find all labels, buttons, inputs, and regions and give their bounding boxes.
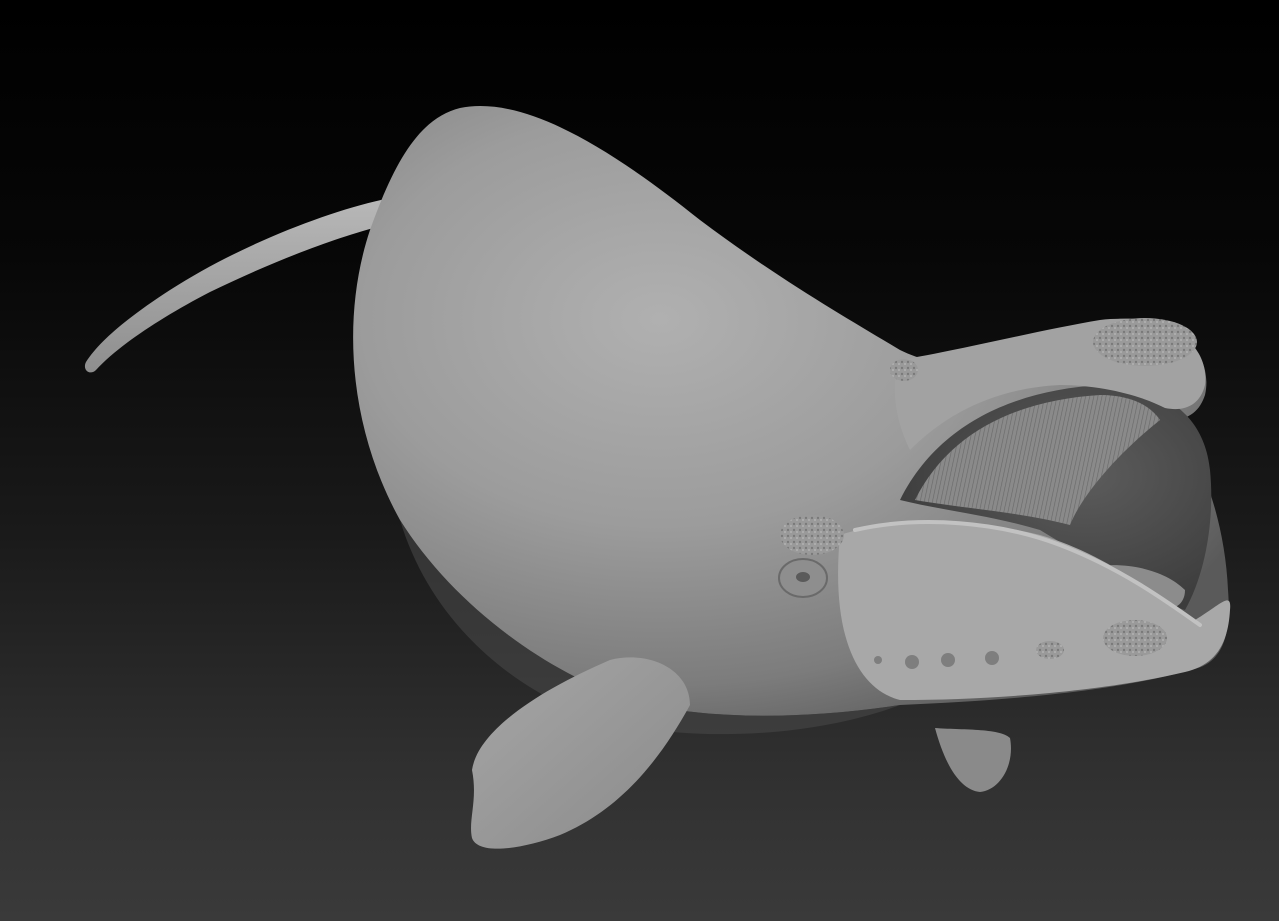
tail-stalk xyxy=(84,198,398,373)
chin-bump xyxy=(874,656,882,664)
chin-callosity xyxy=(1036,641,1064,659)
chin-bump xyxy=(941,653,955,667)
blowhole-callosity xyxy=(890,359,918,381)
far-fin xyxy=(935,728,1011,792)
chin-bump xyxy=(905,655,919,669)
viewport xyxy=(0,0,1279,921)
pectoral-fin xyxy=(471,657,690,849)
bonnet-callosity xyxy=(1093,318,1197,366)
chin-bump xyxy=(985,651,999,665)
sculpt-render xyxy=(84,106,1231,849)
eye-pupil xyxy=(796,572,810,582)
chin-callosity xyxy=(1103,620,1167,656)
eye-callosity xyxy=(780,515,844,555)
